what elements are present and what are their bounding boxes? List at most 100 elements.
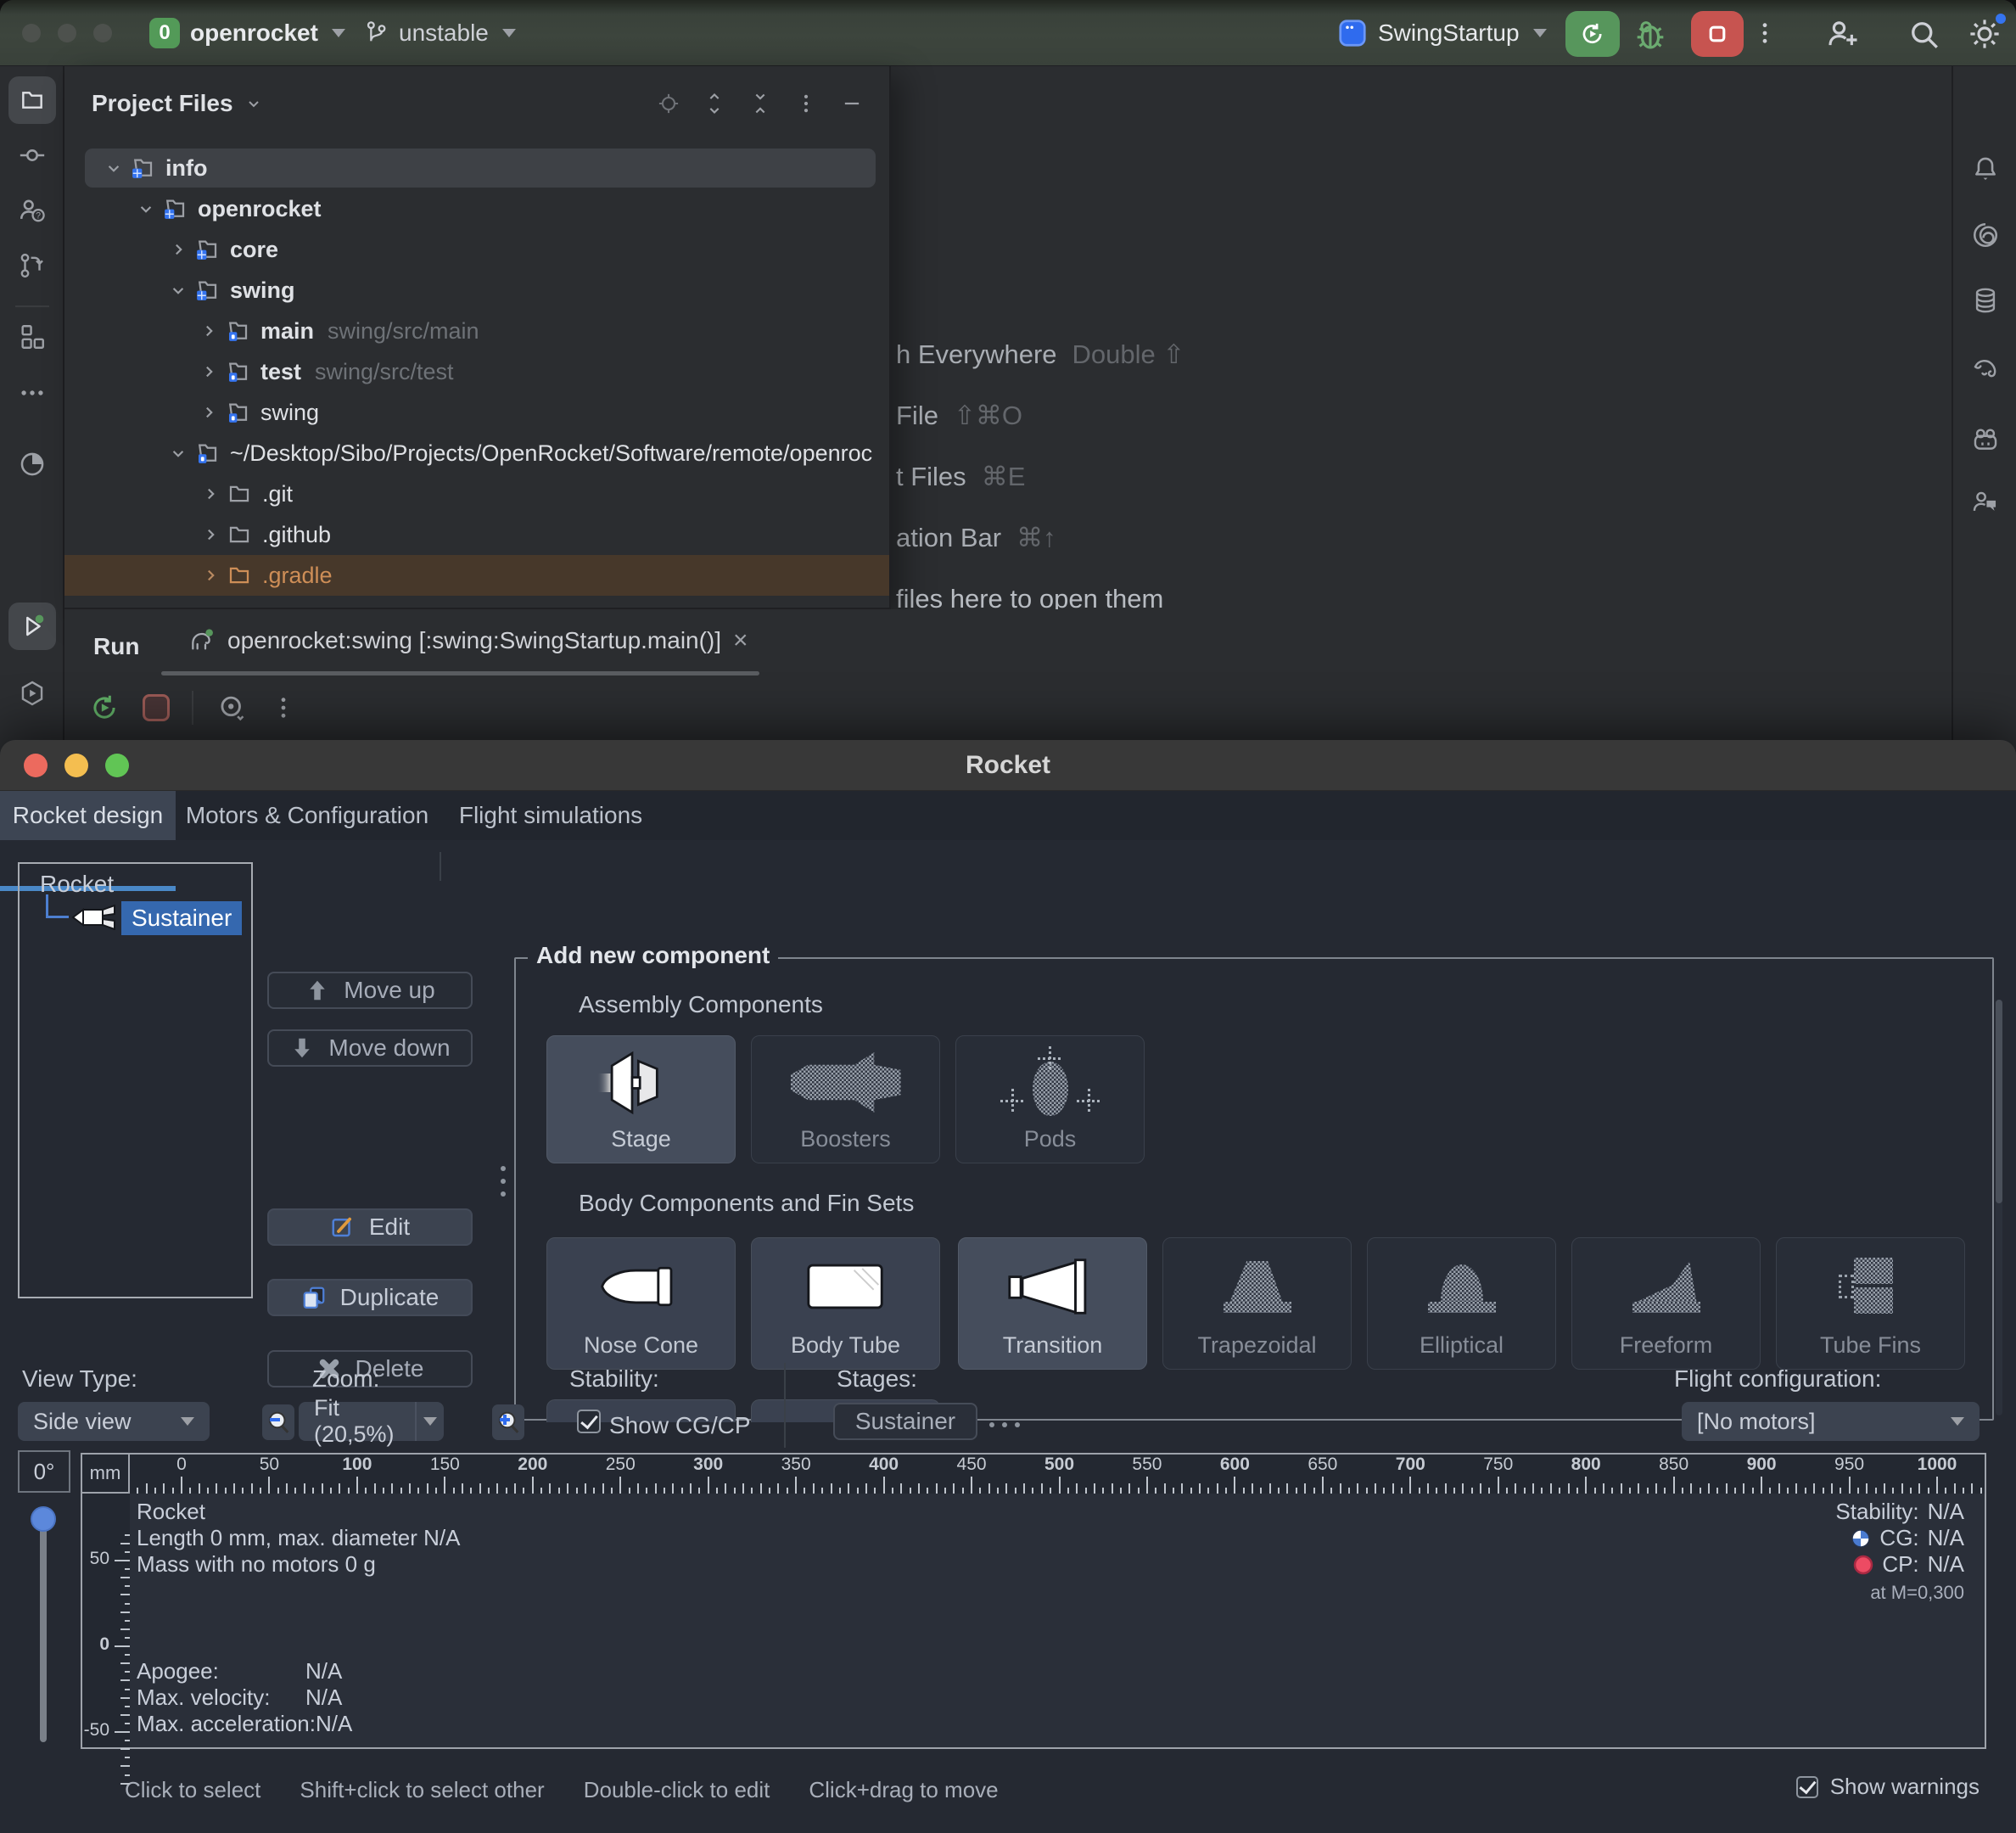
run-options-icon[interactable] <box>216 692 248 724</box>
move-up-button[interactable]: Move up <box>267 972 473 1009</box>
tile-freeform[interactable]: Freeform <box>1571 1237 1761 1370</box>
stages-label: Stages: <box>837 1365 917 1393</box>
profiler-tool-button[interactable] <box>18 450 47 479</box>
structure-tool-button[interactable] <box>18 322 47 351</box>
tab-motors-configuration[interactable]: Motors & Configuration <box>176 791 439 840</box>
tree-row-project-path[interactable]: ~/Desktop/Sibo/Projects/OpenRocket/Softw… <box>64 433 889 474</box>
tile-boosters[interactable]: Boosters <box>751 1035 940 1163</box>
ide-zoom-button[interactable] <box>93 24 112 42</box>
stop-icon[interactable] <box>143 694 170 721</box>
hide-panel-icon[interactable] <box>840 92 864 115</box>
ide-header: 0 openrocket unstable SwingStartup <box>0 0 2016 66</box>
source-folder-icon <box>225 400 250 425</box>
tree-row-test[interactable]: testswing/src/test <box>64 351 889 392</box>
more-tools-button[interactable] <box>18 378 47 407</box>
tile-tube-fins[interactable]: Tube Fins <box>1776 1237 1965 1370</box>
edit-icon <box>330 1214 356 1240</box>
tree-row-gradle[interactable]: .gradle <box>64 555 889 596</box>
tab-flight-simulations[interactable]: Flight simulations <box>441 791 660 840</box>
tile-elliptical[interactable]: Elliptical <box>1367 1237 1556 1370</box>
run-config-selector[interactable]: SwingStartup <box>1378 0 1547 66</box>
zoom-select[interactable]: Fit (20,5%) <box>299 1402 444 1441</box>
expand-all-icon[interactable] <box>703 92 726 115</box>
vcs-widget[interactable]: unstable <box>399 0 516 66</box>
project-panel: Project Files info openrocket <box>64 66 891 609</box>
show-cgcp-checkbox[interactable] <box>577 1410 601 1433</box>
splitter-handle-vertical[interactable] <box>501 1166 506 1197</box>
freeform-fin-icon <box>1572 1250 1760 1323</box>
code-with-me-users-icon[interactable] <box>18 196 47 225</box>
arrow-down-icon <box>289 1035 315 1061</box>
tile-stage[interactable]: Stage <box>546 1035 736 1163</box>
tree-row-github[interactable]: .github <box>64 514 889 555</box>
tile-body-tube[interactable]: Body Tube <box>751 1237 940 1370</box>
view-type-select[interactable]: Side view <box>18 1402 210 1441</box>
tree-row-main[interactable]: mainswing/src/main <box>64 311 889 351</box>
code-with-me-button[interactable] <box>1824 16 1860 52</box>
rerun-icon[interactable] <box>88 692 120 724</box>
tree-row-core[interactable]: core <box>64 229 889 270</box>
show-warnings-checkbox[interactable] <box>1796 1776 1818 1798</box>
tab-scrollbar[interactable] <box>161 671 759 675</box>
services-tool-button[interactable] <box>18 679 47 708</box>
run-button[interactable] <box>1565 11 1620 57</box>
rotation-slider-track[interactable] <box>40 1519 47 1742</box>
folder-icon <box>227 481 252 507</box>
move-down-button[interactable]: Move down <box>267 1029 473 1067</box>
rocket-canvas[interactable]: 0501001502002503003504004505005506006507… <box>81 1453 1986 1749</box>
zoom-in-button[interactable] <box>492 1404 524 1440</box>
tile-trapezoidal[interactable]: Trapezoidal <box>1162 1237 1352 1370</box>
component-tree[interactable]: Rocket Sustainer <box>18 862 253 1298</box>
project-view-selector[interactable]: Project Files <box>92 90 264 117</box>
ai-assistant-icon[interactable] <box>1971 221 2000 249</box>
nose-cone-icon <box>597 1266 686 1307</box>
notifications-icon[interactable] <box>1971 154 2000 183</box>
database-icon[interactable] <box>1971 286 2000 315</box>
stop-button[interactable] <box>1691 11 1744 57</box>
stop-icon <box>1703 20 1732 48</box>
tree-row-openrocket[interactable]: openrocket <box>64 188 889 229</box>
tile-nose-cone[interactable]: Nose Cone <box>546 1237 736 1370</box>
interaction-hints: Click to select Shift+click to select ot… <box>125 1777 999 1803</box>
tree-row-swing[interactable]: swing <box>64 270 889 311</box>
plugin-assistant-icon[interactable] <box>1971 425 2000 454</box>
tree-row-swing-src[interactable]: swing <box>64 392 889 433</box>
tab-rocket-design[interactable]: Rocket design <box>0 791 176 840</box>
duplicate-button[interactable]: Duplicate <box>267 1279 473 1316</box>
tile-transition[interactable]: Transition <box>958 1237 1147 1370</box>
project-tool-button[interactable] <box>8 76 56 124</box>
locate-file-icon[interactable] <box>657 92 680 115</box>
panel-options-icon[interactable] <box>794 92 818 115</box>
module-folder-icon <box>162 196 188 221</box>
chat-icon[interactable] <box>1971 488 2000 517</box>
search-everywhere-button[interactable] <box>1906 16 1941 52</box>
zoom-out-button[interactable] <box>262 1404 294 1440</box>
more-actions-button[interactable] <box>1751 20 1778 47</box>
run-tab[interactable]: openrocket:swing [:swing:SwingStartup.ma… <box>188 626 748 655</box>
run-tool-button[interactable] <box>8 603 56 650</box>
rocket-mass-line: Mass with no motors 0 g <box>137 1551 460 1578</box>
edit-button[interactable]: Edit <box>267 1208 473 1246</box>
splitter-handle-horizontal[interactable] <box>989 1422 1020 1427</box>
tile-pods[interactable]: Pods <box>955 1035 1145 1163</box>
debug-button[interactable] <box>1631 14 1670 53</box>
gradle-icon[interactable] <box>1971 355 2000 384</box>
tree-row-git[interactable]: .git <box>64 474 889 514</box>
ide-minimize-button[interactable] <box>58 24 76 42</box>
tree-item-sustainer[interactable]: Sustainer <box>121 901 242 935</box>
zoom-out-icon <box>266 1410 291 1435</box>
ide-close-button[interactable] <box>22 24 41 42</box>
close-icon[interactable]: × <box>733 626 748 655</box>
shortcut-hint-row: t Files⌘E <box>896 462 1025 492</box>
tree-row-info[interactable]: info <box>64 148 889 188</box>
commit-tool-button[interactable] <box>18 141 47 170</box>
flight-config-select[interactable]: [No motors] <box>1682 1402 1980 1441</box>
more-icon[interactable] <box>270 694 297 721</box>
rotation-slider-knob[interactable] <box>31 1506 56 1532</box>
group-title: Add new component <box>528 942 778 969</box>
collapse-all-icon[interactable] <box>748 92 772 115</box>
component-panel-scrollbar[interactable] <box>1996 1000 2002 1415</box>
pull-requests-tool-button[interactable] <box>18 251 47 280</box>
stage-toggle-sustainer[interactable]: Sustainer <box>833 1403 977 1440</box>
project-widget[interactable]: openrocket <box>190 0 345 66</box>
